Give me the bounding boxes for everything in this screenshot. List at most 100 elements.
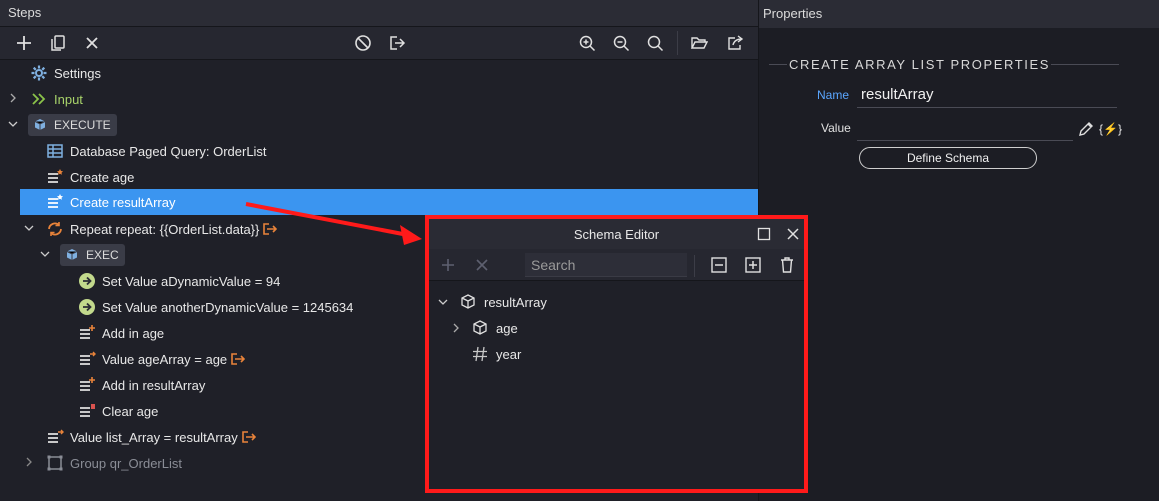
tree-item-label: Add in resultArray	[102, 377, 206, 393]
disable-icon	[355, 35, 371, 51]
zoom-out-button[interactable]	[608, 31, 634, 55]
tree-item-settings[interactable]: Settings	[30, 60, 101, 86]
chevron-down-icon[interactable]	[23, 222, 35, 234]
open-button[interactable]	[686, 31, 712, 55]
list-link-icon	[46, 428, 64, 446]
expand-icon	[745, 257, 761, 273]
tree-item-set-value-2[interactable]: Set Value anotherDynamicValue = 1245634	[78, 294, 353, 320]
maximize-icon[interactable]	[757, 227, 771, 241]
section-divider	[769, 64, 787, 65]
tree-item-label: Input	[54, 91, 83, 107]
name-field[interactable]: resultArray	[857, 84, 1117, 108]
name-label: Name	[817, 88, 850, 102]
chevron-down-icon[interactable]	[437, 296, 449, 308]
zoom-in-button[interactable]	[574, 31, 600, 55]
tree-item-db-query[interactable]: Database Paged Query: OrderList	[46, 138, 267, 164]
remove-field-button[interactable]	[471, 254, 493, 276]
arrow-circle-icon	[78, 298, 96, 316]
list-star-icon	[46, 193, 64, 211]
badge-label: EXEC	[86, 248, 119, 262]
table-icon	[46, 142, 64, 160]
output-link-icon	[241, 431, 256, 443]
close-icon	[476, 259, 488, 271]
export-step-button[interactable]	[384, 31, 410, 55]
list-link-icon	[78, 350, 96, 368]
delete-step-button[interactable]	[79, 31, 105, 55]
define-schema-button[interactable]: Define Schema	[859, 147, 1037, 169]
tree-item-input[interactable]: Input	[30, 86, 83, 112]
schema-node-root[interactable]: resultArray	[459, 289, 547, 315]
tree-item-group[interactable]: Group qr_OrderList	[46, 450, 182, 476]
close-icon	[86, 37, 98, 49]
schema-node-label: age	[496, 320, 518, 336]
arrow-circle-icon	[78, 272, 96, 290]
tree-item-label: Database Paged Query: OrderList	[70, 143, 267, 159]
cube-icon	[64, 247, 80, 263]
properties-panel: Properties CREATE ARRAY LIST PROPERTIES …	[758, 0, 1159, 501]
toolbar-divider	[694, 255, 695, 277]
expand-all-button[interactable]	[742, 254, 764, 276]
tree-item-add-in-age[interactable]: Add in age	[78, 320, 164, 346]
schema-editor-toolbar: Search	[429, 249, 804, 281]
zoom-out-icon	[613, 35, 630, 52]
collapse-all-button[interactable]	[708, 254, 730, 276]
copy-step-button[interactable]	[45, 31, 71, 55]
tree-item-label: Add in age	[102, 325, 165, 341]
collapse-icon	[711, 257, 727, 273]
gear-icon	[30, 64, 48, 82]
folder-open-icon	[690, 37, 708, 49]
plus-icon	[17, 36, 31, 50]
tree-item-label: Create resultArray	[70, 194, 176, 210]
schema-node-age[interactable]: age	[471, 315, 518, 341]
execute-badge: EXECUTE	[28, 114, 117, 136]
tree-item-value-age-array[interactable]: Value ageArray = age	[78, 346, 246, 372]
section-divider	[1051, 64, 1119, 65]
trash-icon	[781, 257, 793, 273]
repeat-icon	[46, 220, 64, 238]
chevron-right-icon[interactable]	[7, 92, 19, 104]
add-field-button[interactable]	[437, 254, 459, 276]
plus-icon	[442, 259, 454, 271]
list-trash-icon	[78, 402, 96, 420]
cube-icon	[32, 117, 48, 133]
add-step-button[interactable]	[11, 31, 37, 55]
exec-badge: EXEC	[60, 244, 125, 266]
search-button[interactable]	[642, 31, 668, 55]
tree-item-create-age[interactable]: Create age	[46, 164, 134, 190]
tree-item-execute[interactable]: EXECUTE	[28, 112, 117, 138]
dynamic-data-icon: {⚡}	[1099, 122, 1122, 136]
close-icon[interactable]	[786, 227, 800, 241]
chevron-down-icon[interactable]	[7, 118, 19, 130]
tree-item-set-value-1[interactable]: Set Value aDynamicValue = 94	[78, 268, 280, 294]
section-title: CREATE ARRAY LIST PROPERTIES	[789, 57, 1051, 72]
badge-label: EXECUTE	[54, 118, 111, 132]
toolbar-divider	[677, 31, 678, 55]
chevron-right-icon[interactable]	[23, 456, 35, 468]
pencil-icon[interactable]	[1077, 120, 1095, 138]
steps-panel-title: Steps	[0, 0, 758, 27]
schema-node-year[interactable]: year	[471, 341, 521, 367]
group-icon	[46, 454, 64, 472]
tree-item-clear-age[interactable]: Clear age	[78, 398, 158, 424]
dynamic-data-button[interactable]: {⚡}	[1099, 120, 1122, 138]
tree-item-label: Clear age	[102, 403, 159, 419]
chevron-down-icon[interactable]	[39, 248, 51, 260]
share-button[interactable]	[722, 31, 748, 55]
schema-editor-dialog: Schema Editor Search resultArray age yea…	[425, 215, 808, 493]
zoom-in-icon	[579, 35, 596, 52]
tree-item-value-list-array[interactable]: Value list_Array = resultArray	[46, 424, 256, 450]
list-add-icon	[78, 324, 96, 342]
double-chevron-icon	[30, 90, 48, 108]
schema-search-input[interactable]: Search	[525, 253, 687, 277]
delete-schema-button[interactable]	[776, 254, 798, 276]
tree-item-exec[interactable]: EXEC	[60, 242, 125, 268]
tree-item-label: Value list_Array = resultArray	[70, 429, 238, 445]
tree-item-label: Set Value aDynamicValue = 94	[102, 273, 281, 289]
chevron-right-icon[interactable]	[450, 322, 462, 334]
value-label: Value	[821, 121, 851, 135]
value-field[interactable]	[857, 117, 1073, 141]
copy-icon	[51, 35, 65, 51]
disable-step-button[interactable]	[350, 31, 376, 55]
tree-item-add-in-result-array[interactable]: Add in resultArray	[78, 372, 205, 398]
hash-icon	[471, 345, 489, 363]
